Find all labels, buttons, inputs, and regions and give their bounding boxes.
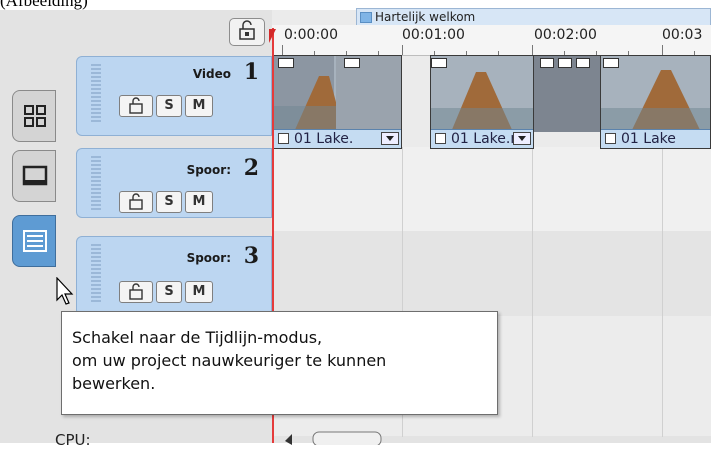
- tooltip-line: bewerken.: [72, 374, 156, 393]
- audio-level-meter: [91, 244, 101, 304]
- grid-line: [662, 147, 663, 437]
- tooltip: Schakel naar de Tijdlijn-modus, om uw pr…: [61, 311, 498, 415]
- audio-level-meter: [91, 64, 101, 124]
- solo-button[interactable]: S: [156, 191, 182, 213]
- track-header-1[interactable]: Video 1 S M: [76, 56, 272, 136]
- clip-marker: [278, 58, 294, 68]
- audio-level-meter: [91, 156, 101, 212]
- clip-label: 01 Lake.: [294, 131, 354, 147]
- clip-dropdown-button[interactable]: [513, 132, 531, 145]
- clip-label-bar: 01 Lake.m: [431, 129, 533, 148]
- track-header-2[interactable]: Spoor: 2 S M: [76, 148, 272, 218]
- lock-icon: [129, 97, 143, 114]
- clip-label-bar: 01 Lake: [601, 129, 710, 148]
- clip-marker: [558, 58, 572, 68]
- lock-icon: [129, 283, 143, 300]
- solo-button[interactable]: S: [156, 281, 182, 303]
- clip-marker: [344, 58, 360, 68]
- grid-line: [532, 147, 533, 437]
- track-lock-button[interactable]: [119, 281, 153, 303]
- ruler-tick: [662, 45, 663, 55]
- cpu-label: CPU:: [55, 431, 91, 449]
- mute-button[interactable]: M: [185, 191, 213, 213]
- tooltip-line: om uw project nauwkeuriger te kunnen: [72, 351, 387, 370]
- tab-timeline[interactable]: [12, 215, 56, 267]
- track-name: Spoor:: [186, 163, 231, 177]
- mouse-pointer-icon: [56, 277, 74, 305]
- video-clip[interactable]: 01 Lake: [600, 55, 711, 149]
- time-ruler[interactable]: 0:00:00 00:01:00 00:02:00 00:03: [272, 25, 711, 56]
- lock-icon: [239, 20, 255, 40]
- track-lock-button[interactable]: [119, 95, 153, 117]
- clip-dropdown-button[interactable]: [381, 132, 399, 145]
- list-icon: [23, 230, 47, 252]
- clip-checkbox[interactable]: [435, 133, 446, 144]
- track-number: 2: [243, 155, 259, 181]
- clip-marker: [576, 58, 590, 68]
- track-name: Video: [192, 67, 231, 81]
- clip-gap: [534, 55, 600, 132]
- track-name: Spoor:: [186, 251, 231, 265]
- mute-button[interactable]: M: [185, 95, 213, 117]
- clip-checkbox[interactable]: [605, 133, 616, 144]
- caption-text: (Afbeelding): [0, 0, 88, 10]
- playhead-flag[interactable]: [269, 29, 276, 43]
- video-clip[interactable]: 01 Lake.: [273, 55, 402, 149]
- tab-storyboard[interactable]: [12, 90, 56, 142]
- ruler-tick: [402, 45, 403, 55]
- ruler-tick-label: 00:02:00: [534, 27, 597, 43]
- monitor-icon: [22, 165, 48, 186]
- clip-label: 01 Lake: [621, 131, 676, 147]
- track-lane-2[interactable]: [273, 231, 711, 316]
- project-title: Hartelijk welkom: [375, 10, 476, 24]
- ruler-tick-label: 00:01:00: [402, 27, 465, 43]
- mute-button[interactable]: M: [185, 281, 213, 303]
- track-number: 1: [243, 59, 259, 85]
- lock-all-button[interactable]: [229, 18, 265, 46]
- track-lock-button[interactable]: [119, 191, 153, 213]
- clip-checkbox[interactable]: [278, 133, 289, 144]
- clip-marker: [603, 58, 619, 68]
- project-title-chip[interactable]: Hartelijk welkom: [356, 8, 711, 26]
- clip-square-icon: [360, 12, 372, 23]
- lock-icon: [129, 193, 143, 210]
- track-lane-1[interactable]: [273, 147, 711, 231]
- ruler-tick: [282, 45, 283, 55]
- tooltip-line: Schakel naar de Tijdlijn-modus,: [72, 328, 323, 347]
- ruler-tick-label: 00:03: [662, 27, 703, 43]
- clip-marker: [540, 58, 554, 68]
- solo-button[interactable]: S: [156, 95, 182, 117]
- tab-scene[interactable]: [12, 150, 56, 202]
- clip-marker: [431, 58, 447, 68]
- ruler-tick-label: 0:00:00: [284, 27, 338, 43]
- video-clip[interactable]: 01 Lake.m: [430, 55, 534, 149]
- track-number: 3: [243, 243, 259, 269]
- ruler-tick: [532, 45, 533, 55]
- clip-label-bar: 01 Lake.: [274, 129, 401, 148]
- track-header-3[interactable]: Spoor: 3 S M: [76, 236, 272, 316]
- grid-icon: [24, 105, 46, 127]
